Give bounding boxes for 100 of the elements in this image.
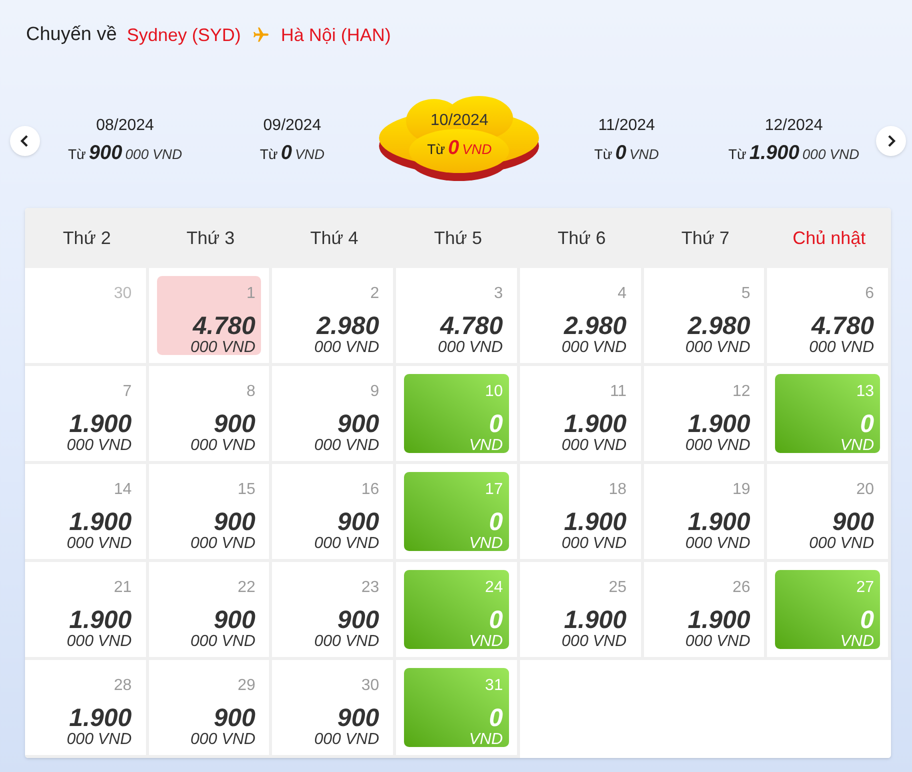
day-number: 6 (865, 284, 874, 304)
chevron-left-icon (20, 135, 30, 147)
day-number: 25 (608, 578, 627, 598)
price-amount: 1.900 (69, 510, 132, 534)
plane-icon (250, 26, 271, 44)
price-amount: 0 (488, 608, 503, 632)
price-amount: 900 (214, 412, 256, 436)
price-unit: 000 VND (685, 436, 750, 456)
day-number: 13 (856, 382, 874, 402)
price-amount: 1.900 (688, 608, 750, 632)
price-amount: 900 (214, 608, 256, 632)
price-amount: 4.780 (192, 314, 256, 338)
month-tab[interactable]: 09/2024 Từ 0 VND (207, 96, 378, 186)
price-amount: 1.900 (69, 608, 132, 632)
price-amount: 4.780 (811, 314, 874, 338)
price-amount: 0 (860, 608, 874, 632)
price-amount: 2.980 (688, 314, 750, 338)
weekday-label: Chủ nhật (792, 226, 866, 250)
price-unit: 000 VND (562, 338, 627, 358)
price-amount: 900 (337, 608, 380, 632)
weekday-label: Thứ 5 (434, 226, 482, 250)
day-number: 1 (246, 284, 256, 304)
price-amount: 4.780 (440, 314, 503, 338)
price-unit: VND (469, 632, 503, 652)
day-number: 11 (610, 382, 627, 402)
day-number: 31 (485, 676, 503, 696)
price-amount: 2.980 (316, 314, 380, 338)
day-number: 27 (856, 578, 874, 598)
price-amount: 1.900 (69, 706, 132, 730)
price-unit: VND (469, 534, 503, 554)
price-unit: VND (469, 436, 503, 456)
next-button[interactable] (876, 126, 906, 156)
price-unit: 000 VND (314, 730, 380, 750)
price-unit: 000 VND (562, 534, 627, 554)
day-number: 7 (122, 382, 132, 402)
day-number: 2 (370, 284, 380, 304)
price-unit: 000 VND (66, 730, 132, 750)
price-unit: 000 VND (314, 436, 380, 456)
day-number: 20 (856, 480, 874, 500)
price-unit: 000 VND (685, 632, 750, 652)
price-amount: 900 (214, 510, 256, 534)
price-amount: 0 (860, 412, 874, 436)
price-unit: 000 VND (438, 338, 503, 358)
selected-day-box[interactable]: 1 4.780 000 VND (156, 276, 262, 355)
price-amount: 1.900 (564, 608, 627, 632)
price-unit: 000 VND (685, 534, 750, 554)
day-number: 4 (618, 284, 627, 304)
price-unit: VND (840, 632, 874, 652)
weekday-label: Thứ 2 (62, 226, 111, 250)
price-unit: 000 VND (314, 534, 380, 554)
price-unit: 000 VND (314, 338, 380, 358)
previous-button[interactable] (10, 126, 40, 156)
price-unit: 000 VND (190, 632, 256, 652)
origin-city: Sydney (SYD) (126, 24, 241, 47)
day-number: 30 (114, 284, 132, 304)
weekday-label: Thứ 4 (310, 226, 358, 250)
price-unit: 000 VND (66, 632, 132, 652)
day-number: 12 (732, 382, 750, 402)
weekday-label: Thứ 6 (558, 226, 606, 250)
day-number: 24 (485, 578, 503, 598)
day-number: 29 (238, 676, 256, 696)
price-unit: 000 VND (190, 534, 256, 554)
price-amount: 2.980 (564, 314, 627, 338)
day-number: 26 (732, 578, 750, 598)
price-amount: 1.900 (688, 510, 750, 534)
price-unit: 000 VND (190, 730, 256, 750)
price-amount: 900 (337, 510, 380, 534)
price-unit: 000 VND (66, 436, 132, 456)
price-unit: 000 VND (562, 632, 627, 652)
day-number: 3 (494, 284, 503, 304)
price-amount: 0 (488, 412, 503, 436)
day-number: 8 (246, 382, 256, 402)
month-tab[interactable]: 08/2024 Từ 900 000 VND (40, 96, 210, 186)
day-number: 21 (114, 578, 132, 598)
price-unit: 000 VND (190, 338, 256, 358)
day-number: 30 (361, 676, 380, 696)
price-unit: 000 VND (809, 338, 874, 358)
day-number: 22 (238, 578, 256, 598)
day-number: 19 (732, 480, 750, 500)
chevron-right-icon (886, 135, 896, 147)
price-amount: 900 (337, 412, 380, 436)
price-amount: 900 (337, 706, 380, 730)
day-number: 23 (361, 578, 380, 598)
day-number: 10 (485, 382, 503, 402)
day-number: 28 (114, 676, 132, 696)
price-unit: 000 VND (809, 534, 874, 554)
price-amount: 0 (488, 706, 503, 730)
price-amount: 0 (488, 510, 503, 534)
price-unit: VND (469, 730, 503, 750)
weekday-label: Thứ 7 (681, 226, 730, 250)
price-unit: VND (840, 436, 874, 456)
weekday-label: Thứ 3 (186, 226, 235, 250)
day-number: 16 (361, 480, 380, 500)
day-number: 14 (114, 480, 132, 500)
price-unit: 000 VND (190, 436, 256, 456)
price-unit: 000 VND (562, 436, 627, 456)
day-number: 9 (370, 382, 380, 402)
price-unit: 000 VND (685, 338, 750, 358)
price-amount: 1.900 (69, 412, 132, 436)
day-number: 18 (608, 480, 627, 500)
